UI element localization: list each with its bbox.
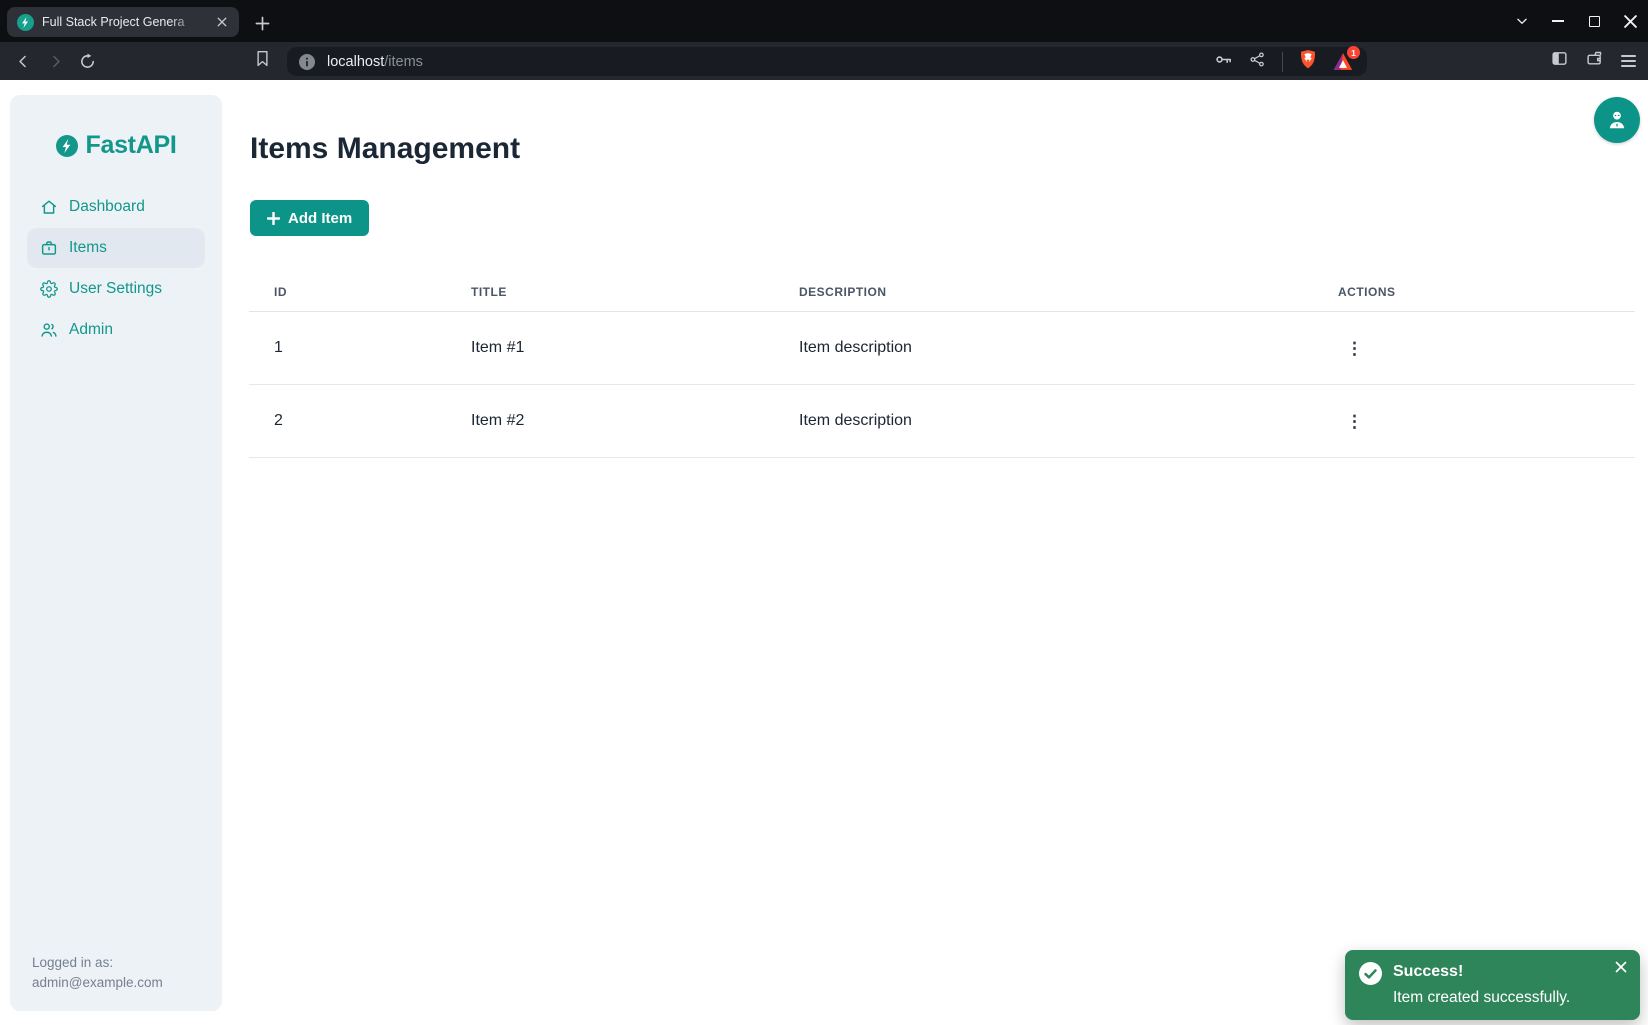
page-title: Items Management [250,132,520,166]
toolbar-separator [1282,52,1283,72]
sidebar-panel-icon[interactable] [1551,50,1568,72]
url-bar[interactable]: localhost/items [287,47,1367,76]
fastapi-favicon-icon [17,14,34,31]
row-description: Item description [799,339,1318,357]
app-logo-text: FastAPI [86,131,177,160]
app-content: FastAPI Dashboard Items [0,80,1648,1025]
sidebar-item-items[interactable]: Items [27,228,205,268]
wallet-icon[interactable] [1586,50,1603,72]
brave-rewards-icon[interactable]: 1 [1333,52,1353,71]
row-title: Item #2 [471,412,799,430]
add-item-label: Add Item [288,210,352,227]
new-tab-button[interactable] [252,13,272,33]
share-icon[interactable] [1249,51,1266,73]
check-circle-icon [1359,962,1382,985]
toolbar-right-icons [1551,42,1636,80]
sidebar: FastAPI Dashboard Items [10,95,222,1011]
table-row: 1 Item #1 Item description ⋮ [249,312,1635,385]
sidebar-item-label: Admin [69,321,113,339]
logged-in-email: admin@example.com [32,973,163,993]
reload-button[interactable] [74,48,100,74]
row-title: Item #1 [471,339,799,357]
add-item-button[interactable]: Add Item [250,200,369,236]
fastapi-logo-icon [56,135,78,157]
column-header-actions: ACTIONS [1318,285,1635,299]
toast-message: Item created successfully. [1393,989,1570,1007]
url-path: /items [384,54,423,70]
bookmark-icon[interactable] [255,50,270,72]
sidebar-item-label: User Settings [69,280,162,298]
tab-title: Full Stack Project Genera [42,15,205,29]
table-header-row: ID TITLE DESCRIPTION ACTIONS [249,273,1635,312]
back-button[interactable] [10,48,36,74]
logged-in-info: Logged in as: admin@example.com [32,953,163,993]
browser-tab[interactable]: Full Stack Project Genera [7,7,239,37]
row-actions-kebab-icon[interactable]: ⋮ [1338,336,1371,361]
url-host: localhost [327,54,384,70]
gear-icon [40,280,58,298]
brave-shield-icon[interactable] [1299,49,1317,74]
row-id: 2 [249,412,471,430]
password-key-icon[interactable] [1214,50,1233,74]
sidebar-item-user-settings[interactable]: User Settings [27,269,205,309]
column-header-title: TITLE [471,285,799,299]
menu-hamburger-icon[interactable] [1621,55,1636,67]
tab-search-chevron-icon[interactable] [1514,13,1530,29]
toast-close-icon[interactable] [1612,958,1630,976]
sidebar-item-label: Dashboard [69,198,145,216]
logged-in-label: Logged in as: [32,953,163,973]
home-icon [40,198,58,216]
sidebar-item-admin[interactable]: Admin [27,310,205,350]
sidebar-item-label: Items [69,239,107,257]
app-logo: FastAPI [10,95,222,160]
row-id: 1 [249,339,471,357]
column-header-description: DESCRIPTION [799,285,1318,299]
forward-button[interactable] [42,48,68,74]
site-info-icon[interactable] [299,54,315,70]
row-description: Item description [799,412,1318,430]
sidebar-item-dashboard[interactable]: Dashboard [27,187,205,227]
url-text[interactable]: localhost/items [327,54,1214,70]
success-toast: Success! Item created successfully. [1345,950,1640,1020]
browser-tab-strip: Full Stack Project Genera [0,0,1648,42]
briefcase-icon [40,239,58,257]
items-table: ID TITLE DESCRIPTION ACTIONS 1 Item #1 I… [249,273,1635,458]
maximize-button[interactable] [1586,13,1602,29]
tab-close-icon[interactable] [213,13,231,31]
table-row: 2 Item #2 Item description ⋮ [249,385,1635,458]
rewards-badge: 1 [1347,46,1360,59]
user-avatar-button[interactable] [1594,97,1640,143]
users-icon [40,321,58,339]
toast-title: Success! [1393,963,1463,981]
plus-icon [267,212,280,225]
minimize-button[interactable] [1550,13,1566,29]
row-actions-kebab-icon[interactable]: ⋮ [1338,409,1371,434]
window-controls [1514,0,1638,42]
sidebar-nav: Dashboard Items User Settings [10,187,222,350]
column-header-id: ID [249,285,471,299]
user-avatar-icon [1604,107,1630,133]
close-window-button[interactable] [1622,13,1638,29]
